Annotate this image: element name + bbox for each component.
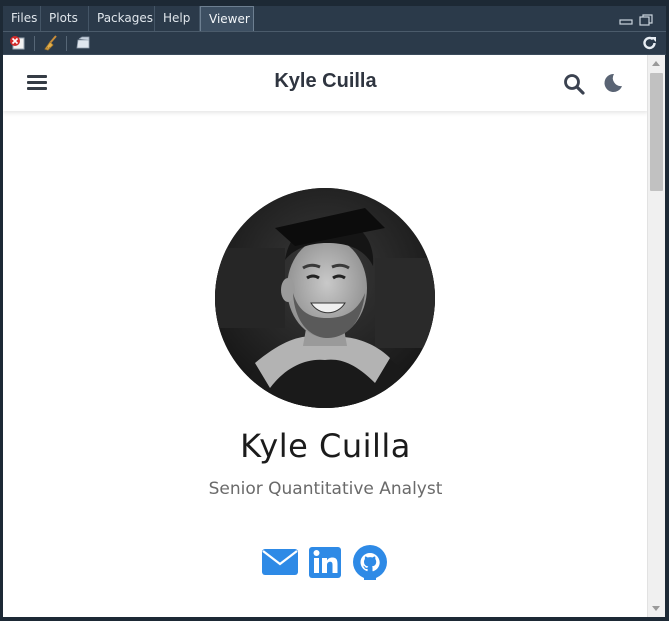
- tab-packages[interactable]: Packages: [89, 6, 155, 31]
- vertical-scrollbar[interactable]: [647, 55, 665, 617]
- site-title[interactable]: Kyle Cuilla: [3, 70, 648, 93]
- export-icon[interactable]: [74, 35, 92, 51]
- profile-avatar: [215, 188, 435, 408]
- dark-mode-moon-icon[interactable]: [601, 72, 623, 94]
- toolbar-divider: [66, 36, 67, 51]
- email-icon[interactable]: [261, 544, 299, 580]
- remove-viewer-icon[interactable]: [9, 35, 27, 51]
- broom-clear-icon[interactable]: [42, 35, 60, 51]
- rstudio-viewer-pane: Files Plots Packages Help Viewer Kyle Cu…: [0, 0, 669, 621]
- tab-files[interactable]: Files: [3, 6, 41, 31]
- search-icon[interactable]: [563, 73, 585, 95]
- github-icon[interactable]: [351, 544, 389, 580]
- profile-role: Senior Quantitative Analyst: [208, 479, 443, 499]
- tab-viewer[interactable]: Viewer: [200, 6, 254, 31]
- viewer-content: Kyle Cuilla Kyle Cuilla Senior Quantitat…: [3, 55, 665, 617]
- pane-tab-bar: Files Plots Packages Help Viewer: [3, 6, 666, 32]
- refresh-icon[interactable]: [641, 35, 659, 51]
- profile-name: Kyle Cuilla: [240, 427, 411, 465]
- minimize-icon[interactable]: [619, 14, 633, 26]
- toolbar-divider: [34, 36, 35, 51]
- tab-plots[interactable]: Plots: [41, 6, 89, 31]
- scroll-down-arrow-icon[interactable]: [652, 606, 660, 611]
- scroll-up-arrow-icon[interactable]: [652, 61, 660, 66]
- maximize-icon[interactable]: [639, 14, 653, 26]
- viewer-toolbar: [3, 32, 666, 55]
- linkedin-icon[interactable]: [308, 544, 342, 580]
- site-navbar: Kyle Cuilla: [3, 55, 648, 111]
- scrollbar-thumb[interactable]: [650, 73, 663, 191]
- tab-help[interactable]: Help: [155, 6, 200, 31]
